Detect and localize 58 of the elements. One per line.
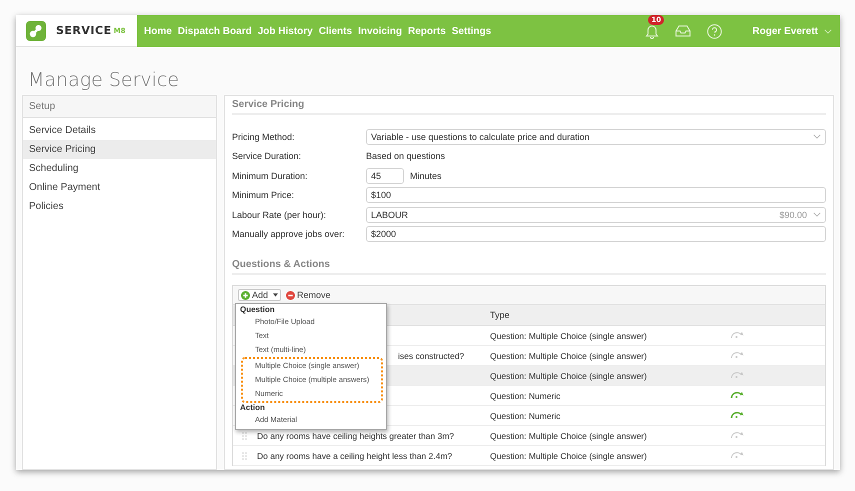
menu-heading: Action — [239, 403, 266, 413]
question-text: ises constructed? — [398, 350, 464, 360]
type-cell-text: Question: Multiple Choice (single answer) — [490, 430, 648, 440]
logo-text: SERVICE — [56, 24, 112, 37]
minus-icon — [286, 290, 296, 300]
question-text: Do any rooms have a ceiling height less than 2.4m? — [257, 450, 452, 460]
drag-handle-icon[interactable] — [242, 432, 247, 440]
sidebar-item[interactable]: Service Details — [23, 121, 216, 140]
unit-label: Minutes — [410, 170, 442, 181]
input-field[interactable]: $2000 — [366, 226, 826, 242]
rate-note: $90.00 — [779, 210, 807, 220]
bell-icon[interactable] — [645, 24, 660, 38]
caret-icon — [273, 293, 278, 297]
type-cell-text: Question: Multiple Choice (single answer) — [490, 450, 648, 460]
type-cell-text: Question: Multiple Choice (single answer) — [490, 330, 648, 340]
sidebar-heading: Setup — [23, 96, 216, 118]
gauge-icon[interactable] — [730, 450, 745, 458]
field-label: Pricing Method: — [232, 132, 296, 142]
remove-button[interactable]: Remove — [286, 290, 331, 300]
add-button[interactable]: Add — [238, 289, 282, 301]
gauge-icon[interactable] — [730, 390, 745, 398]
help-icon[interactable] — [707, 24, 722, 38]
sidebar-item[interactable]: Scheduling — [23, 159, 216, 178]
column-header: Type — [490, 310, 511, 320]
section-heading: Service Pricing — [232, 96, 826, 115]
section-heading: Questions & Actions — [232, 256, 826, 275]
sidebar-item[interactable]: Policies — [23, 197, 216, 216]
caret-icon[interactable] — [824, 28, 832, 34]
field-label: Labour Rate (per hour): — [232, 210, 328, 220]
field-label: Minimum Price: — [232, 190, 296, 200]
logo-icon — [26, 20, 46, 40]
menu-heading: Question — [239, 305, 276, 315]
field-label: Manually approve jobs over: — [232, 229, 346, 240]
field-label: Minimum Duration: — [232, 170, 309, 181]
field-value: Based on questions — [366, 151, 446, 162]
question-text: Do any rooms have ceiling heights greater than 3m? — [257, 430, 454, 440]
sidebar-item[interactable]: Service Pricing — [23, 140, 216, 159]
gauge-icon[interactable] — [730, 370, 745, 378]
type-cell-text: Question: Multiple Choice (single answer) — [490, 370, 648, 380]
gauge-icon[interactable] — [730, 350, 745, 358]
type-cell-text: Question: Numeric — [490, 410, 562, 420]
sidebar-item[interactable]: Online Payment — [23, 178, 216, 197]
type-cell-text: Question: Numeric — [490, 390, 562, 400]
drag-handle-icon[interactable] — [242, 452, 247, 460]
chevron-icon[interactable] — [813, 212, 821, 218]
plus-icon — [241, 290, 250, 300]
input-field[interactable]: $100 — [366, 187, 826, 204]
gauge-icon[interactable] — [730, 410, 745, 418]
gauge-icon[interactable] — [730, 430, 745, 438]
field-label: Service Duration: — [232, 151, 302, 162]
select-field[interactable]: Variable - use questions to calculate price and duration — [366, 128, 826, 145]
chevron-icon[interactable] — [813, 134, 821, 140]
type-cell-text: Question: Multiple Choice (single answer) — [490, 350, 648, 360]
select-field[interactable]: LABOUR $90.00 — [366, 206, 826, 223]
input-field[interactable]: 45 — [366, 168, 404, 184]
page-title: Manage Service — [16, 47, 840, 95]
gauge-icon[interactable] — [730, 330, 745, 338]
inbox-icon[interactable] — [675, 25, 692, 37]
